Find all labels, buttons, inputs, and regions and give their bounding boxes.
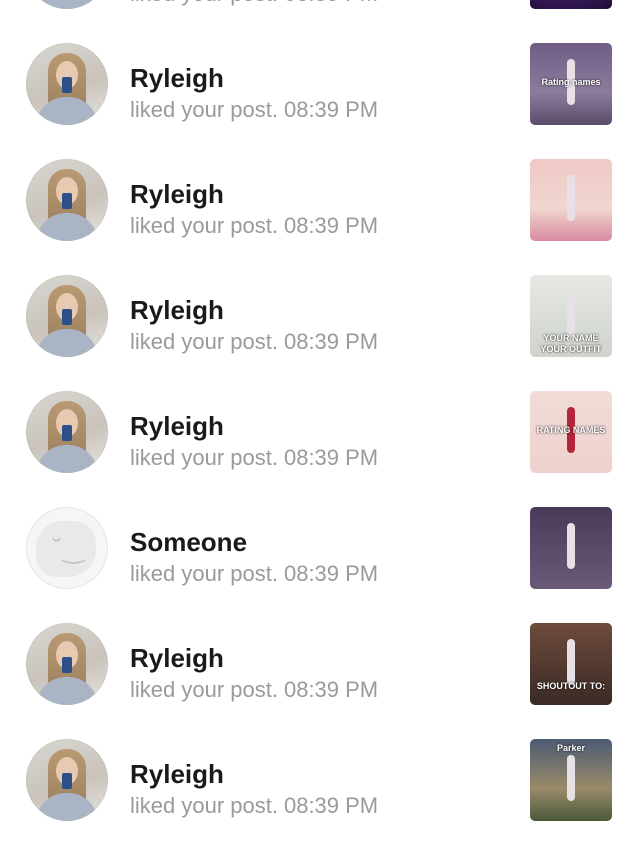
avatar[interactable] bbox=[26, 43, 108, 125]
notification-meta: liked your post.08:39 PM bbox=[130, 445, 378, 471]
notification-row[interactable]: Ryleigh liked your post. 08:39 PM YOUR NAME… bbox=[0, 257, 640, 373]
post-thumbnail[interactable]: YOUR NAME YOUR OUTFIT bbox=[530, 275, 612, 357]
notification-action-text: liked your post. bbox=[130, 213, 278, 238]
post-figure bbox=[567, 523, 575, 569]
notification-user-name[interactable]: Ryleigh bbox=[130, 411, 224, 441]
notification-row[interactable]: Ryleigh liked your post. 08:39 PM bbox=[0, 141, 640, 257]
avatar-phone bbox=[62, 657, 72, 673]
avatar-shirt bbox=[36, 0, 98, 9]
notification-time: 08:39 PM bbox=[283, 329, 379, 354]
notification-time: 08:39 PM bbox=[283, 97, 379, 122]
post-thumbnail[interactable] bbox=[530, 159, 612, 241]
post-figure bbox=[567, 755, 575, 801]
notification-time: 08:39 PM bbox=[283, 445, 379, 470]
notification-action-text: liked your post. bbox=[130, 0, 278, 6]
post-figure bbox=[567, 291, 575, 337]
thumbnail-caption: SHOUTOUT TO: bbox=[536, 681, 606, 691]
avatar-shirt bbox=[36, 97, 98, 125]
avatar[interactable] bbox=[26, 739, 108, 821]
anonymous-avatar[interactable]: ˘‿ bbox=[26, 507, 108, 589]
avatar[interactable] bbox=[26, 391, 108, 473]
thumbnail-caption: YOUR NAME YOUR OUTFIT bbox=[540, 333, 602, 354]
notification-row[interactable]: Ryleigh liked your post. 08:39 PM SHOUTOUT … bbox=[0, 605, 640, 721]
post-thumbnail[interactable]: SHOUTOUT TO: bbox=[530, 623, 612, 705]
notification-meta: liked your post.08:39 PM bbox=[130, 561, 378, 587]
avatar-shirt bbox=[36, 445, 98, 473]
avatar-shirt bbox=[36, 213, 98, 241]
avatar[interactable] bbox=[26, 275, 108, 357]
post-thumbnail[interactable]: Parker bbox=[530, 739, 612, 821]
avatar[interactable] bbox=[26, 159, 108, 241]
notification-time: 08:39 PM bbox=[283, 561, 379, 586]
post-figure bbox=[567, 175, 575, 221]
notification-meta: liked your post.08:39 PM bbox=[130, 677, 378, 703]
post-thumbnail[interactable]: Rating names bbox=[530, 43, 612, 125]
notification-user-name[interactable]: Someone bbox=[130, 527, 247, 557]
avatar-shirt bbox=[36, 793, 98, 821]
notification-meta: liked your post.08:39 PM bbox=[130, 793, 378, 819]
notification-user-name[interactable]: Ryleigh bbox=[130, 759, 224, 789]
notification-time: 08:39 PM bbox=[283, 213, 379, 238]
post-thumbnail[interactable]: RATING NAMES! bbox=[530, 0, 612, 9]
avatar-phone bbox=[62, 77, 72, 93]
notification-row[interactable]: ˘‿ Someone liked your post. 08:39 PM bbox=[0, 489, 640, 605]
notification-list: Ryleigh liked your post. 08:39 PM RATING NA… bbox=[0, 0, 640, 837]
notification-time: 08:39 PM bbox=[283, 793, 379, 818]
avatar-phone bbox=[62, 425, 72, 441]
notification-row[interactable]: Ryleigh liked your post.08:39 PM RATING NA… bbox=[0, 373, 640, 489]
notification-action-text: liked your post. bbox=[130, 445, 278, 470]
notification-action-text: liked your post. bbox=[130, 793, 278, 818]
notification-row[interactable]: Ryleighliked your post.08:39 PMRATING NA… bbox=[0, 0, 640, 25]
notification-user-name[interactable]: Ryleigh bbox=[130, 63, 224, 93]
notification-meta: liked your post.08:39 PM bbox=[130, 0, 378, 7]
avatar[interactable] bbox=[26, 0, 108, 9]
notification-action-text: liked your post. bbox=[130, 677, 278, 702]
notification-action-text: liked your post. bbox=[130, 329, 278, 354]
notification-user-name[interactable]: Ryleigh bbox=[130, 643, 224, 673]
avatar-shirt bbox=[36, 329, 98, 357]
avatar[interactable] bbox=[26, 623, 108, 705]
notification-row[interactable]: Ryleigh liked your post. 08:39 PM Parker bbox=[0, 721, 640, 837]
avatar-phone bbox=[62, 773, 72, 789]
thumbnail-caption: RATING NAMES bbox=[536, 425, 606, 435]
notification-time: 08:39 PM bbox=[278, 0, 378, 6]
avatar-phone bbox=[62, 309, 72, 325]
notification-meta: liked your post.08:39 PM bbox=[130, 97, 378, 123]
notification-action-text: liked your post. bbox=[130, 561, 278, 586]
notification-row[interactable]: Ryleigh liked your post. 08:39 PM Rating na… bbox=[0, 25, 640, 141]
post-thumbnail[interactable] bbox=[530, 507, 612, 589]
wink-face-icon: ˘‿ bbox=[50, 535, 84, 565]
notification-action-text: liked your post. bbox=[130, 97, 278, 122]
thumbnail-caption: Parker bbox=[556, 743, 586, 753]
notification-user-name[interactable]: Ryleigh bbox=[130, 295, 224, 325]
avatar-phone bbox=[62, 193, 72, 209]
thumbnail-caption: Rating names bbox=[541, 77, 601, 87]
notification-time: 08:39 PM bbox=[283, 677, 379, 702]
post-thumbnail[interactable]: RATING NAMES bbox=[530, 391, 612, 473]
avatar-shirt bbox=[36, 677, 98, 705]
notification-user-name[interactable]: Ryleigh bbox=[130, 179, 224, 209]
notification-meta: liked your post.08:39 PM bbox=[130, 329, 378, 355]
post-figure bbox=[567, 639, 575, 685]
notification-meta: liked your post.08:39 PM bbox=[130, 213, 378, 239]
